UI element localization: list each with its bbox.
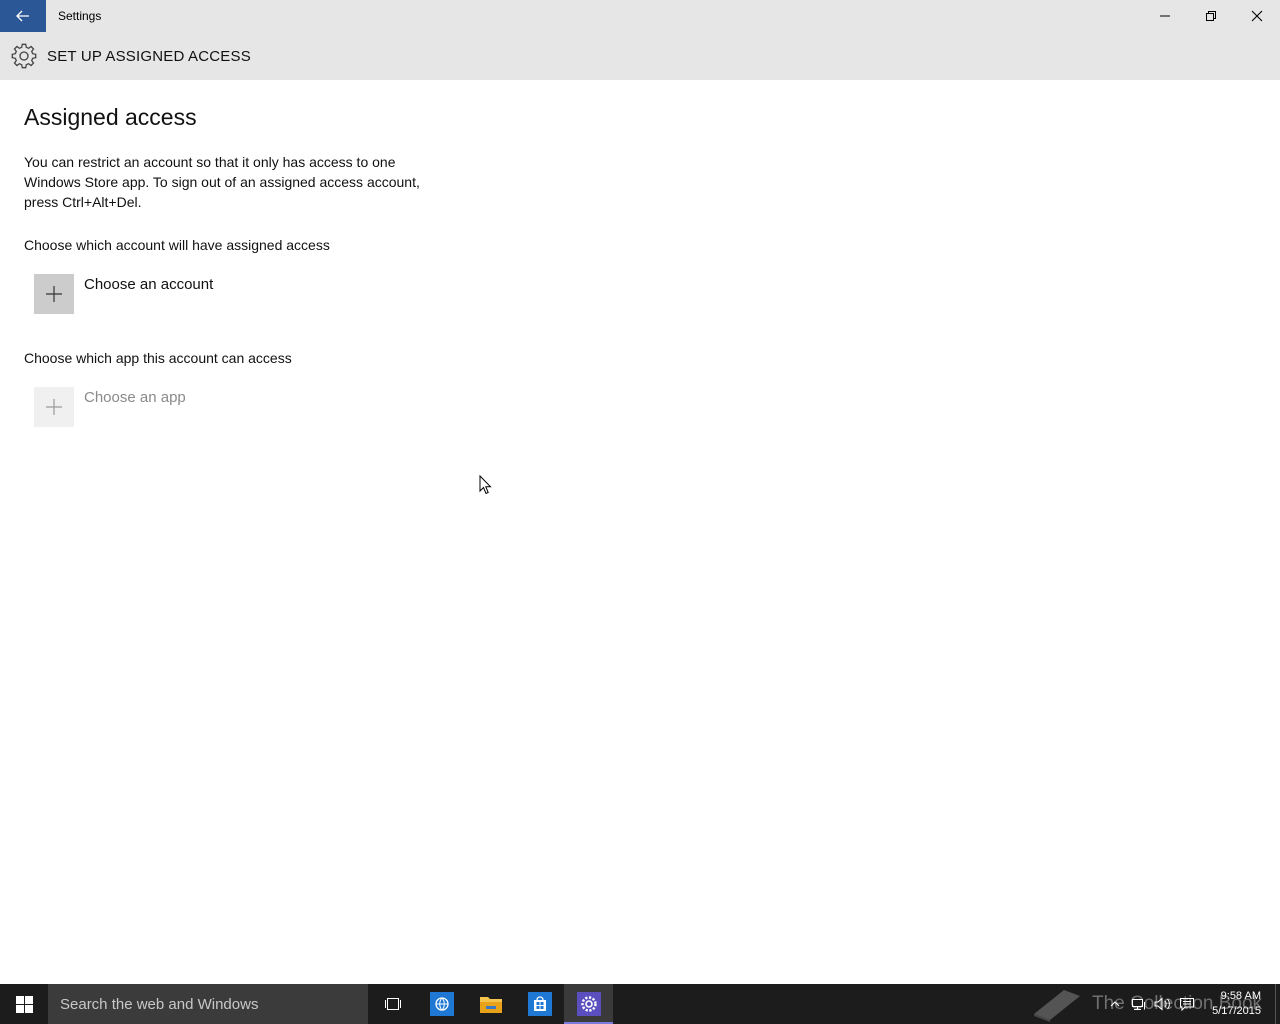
title-bar: Settings <box>0 0 1280 32</box>
choose-app-label: Choose an app <box>84 389 186 406</box>
close-icon <box>1251 10 1263 22</box>
choose-account-label: Choose an account <box>84 276 214 293</box>
network-button[interactable] <box>1127 984 1151 1024</box>
edge-button[interactable] <box>417 984 466 1024</box>
back-arrow-icon <box>16 10 29 22</box>
chevron-up-icon <box>1110 1001 1120 1007</box>
volume-button[interactable] <box>1151 984 1175 1024</box>
task-view-button[interactable] <box>368 984 417 1024</box>
clock-time: 9:58 AM <box>1220 990 1261 1002</box>
settings-taskbar-button[interactable] <box>564 984 613 1024</box>
network-icon <box>1132 999 1145 1010</box>
clock-date: 5/17/2015 <box>1212 1005 1261 1017</box>
choose-app-button[interactable]: Choose an app <box>34 387 186 427</box>
start-button[interactable] <box>0 984 48 1024</box>
window-controls <box>1142 0 1280 32</box>
back-button[interactable] <box>0 0 46 32</box>
minimize-button[interactable] <box>1142 0 1188 32</box>
show-desktop-button[interactable] <box>1275 984 1280 1024</box>
page-header: SET UP ASSIGNED ACCESS <box>0 32 1280 80</box>
restore-icon <box>1206 11 1216 21</box>
window-title: Settings <box>58 9 102 23</box>
store-button[interactable] <box>515 984 564 1024</box>
book-icon <box>1034 990 1080 1022</box>
gear-icon <box>11 43 37 69</box>
mouse-cursor-icon <box>479 475 492 495</box>
action-center-button[interactable] <box>1175 984 1199 1024</box>
store-icon <box>527 992 552 1016</box>
clock[interactable]: 9:58 AM 5/17/2015 <box>1199 984 1275 1024</box>
choose-account-button[interactable]: Choose an account <box>34 274 213 314</box>
close-button[interactable] <box>1234 0 1280 32</box>
file-explorer-button[interactable] <box>466 984 515 1024</box>
restore-button[interactable] <box>1188 0 1234 32</box>
file-explorer-icon <box>479 997 502 1013</box>
windows-logo-icon <box>15 995 33 1013</box>
volume-icon <box>1154 997 1170 1011</box>
search-input[interactable]: Search the web and Windows <box>48 984 368 1024</box>
task-view-icon <box>384 998 401 1010</box>
description-text: You can restrict an account so that it o… <box>24 154 420 210</box>
app-section-label: Choose which app this account can access <box>24 350 292 366</box>
plus-icon <box>34 274 74 314</box>
edge-icon <box>429 992 454 1016</box>
show-hidden-icons-button[interactable] <box>1103 984 1127 1024</box>
page-title: Assigned access <box>24 104 197 130</box>
page-header-title: SET UP ASSIGNED ACCESS <box>47 47 251 65</box>
message-icon <box>1180 998 1194 1011</box>
minimize-icon <box>1160 15 1170 17</box>
account-section-label: Choose which account will have assigned … <box>24 237 330 253</box>
settings-icon <box>576 992 601 1016</box>
plus-icon <box>34 387 74 427</box>
system-tray: 9:58 AM 5/17/2015 <box>1103 984 1280 1024</box>
